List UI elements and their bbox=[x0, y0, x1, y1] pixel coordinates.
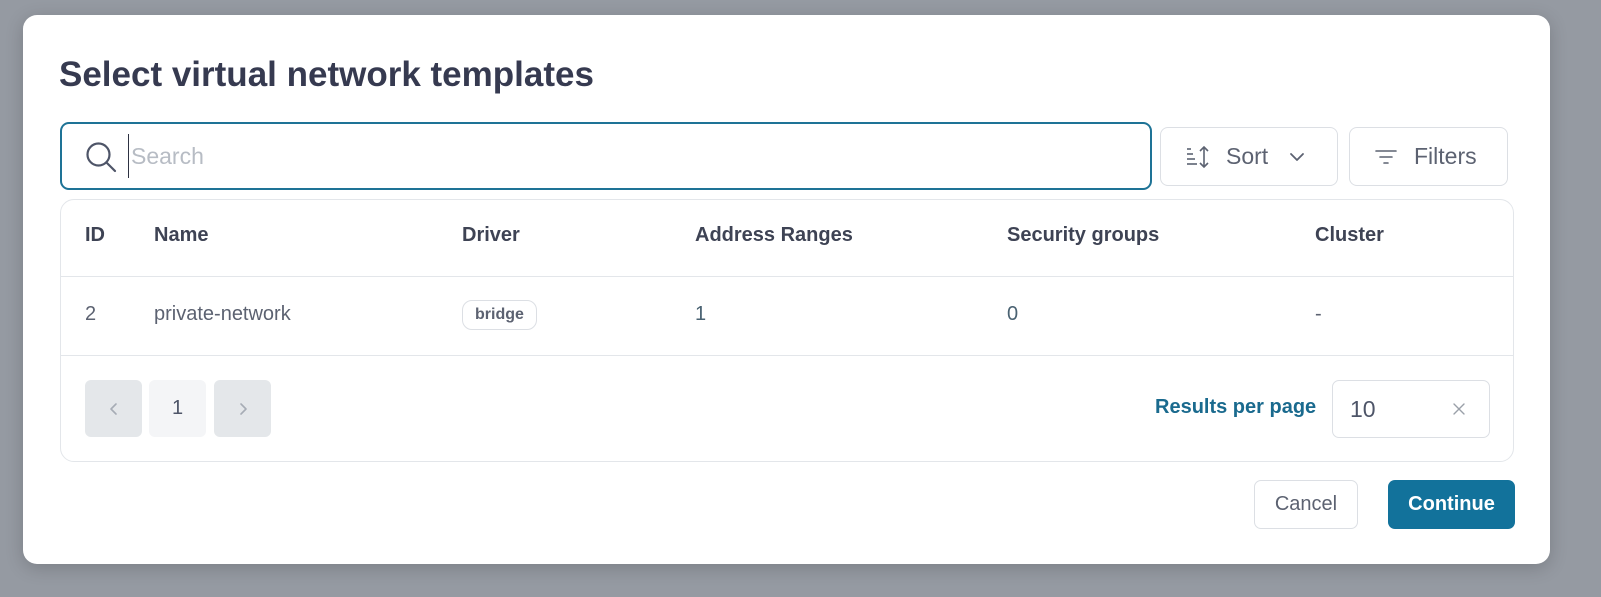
sort-icon bbox=[1187, 145, 1209, 168]
column-header-cluster[interactable]: Cluster bbox=[1315, 224, 1384, 247]
column-header-security-groups[interactable]: Security groups bbox=[1007, 224, 1159, 247]
cell-cluster: - bbox=[1315, 303, 1322, 325]
select-templates-dialog: Select virtual network templates Sort bbox=[23, 15, 1550, 564]
filters-label: Filters bbox=[1414, 143, 1477, 169]
column-header-name[interactable]: Name bbox=[154, 224, 208, 247]
templates-table: ID Name Driver Address Ranges Security g… bbox=[60, 199, 1514, 462]
cell-security-groups: 0 bbox=[1007, 303, 1019, 325]
cell-id: 2 bbox=[85, 303, 97, 325]
filter-icon bbox=[1375, 149, 1397, 164]
table-row[interactable]: 2 private-network bridge 1 0 - bbox=[61, 277, 1513, 356]
table-header: ID Name Driver Address Ranges Security g… bbox=[61, 200, 1513, 277]
search-input[interactable] bbox=[128, 134, 1131, 178]
column-header-id[interactable]: ID bbox=[85, 224, 105, 247]
chevron-right-icon bbox=[239, 402, 247, 415]
cell-name: private-network bbox=[154, 303, 291, 325]
column-header-driver[interactable]: Driver bbox=[462, 224, 520, 247]
column-header-address-ranges[interactable]: Address Ranges bbox=[695, 224, 853, 247]
dialog-title: Select virtual network templates bbox=[59, 55, 594, 94]
search-icon bbox=[86, 142, 117, 173]
results-per-page-select[interactable]: 10 bbox=[1332, 380, 1490, 438]
cancel-button[interactable]: Cancel bbox=[1254, 480, 1358, 529]
sort-button[interactable]: Sort bbox=[1160, 127, 1338, 186]
chevron-down-icon bbox=[1290, 152, 1305, 161]
close-icon[interactable] bbox=[1452, 402, 1466, 416]
chevron-left-icon bbox=[109, 402, 117, 415]
filters-button[interactable]: Filters bbox=[1349, 127, 1508, 186]
continue-button[interactable]: Continue bbox=[1388, 480, 1515, 529]
results-per-page-value: 10 bbox=[1350, 396, 1376, 422]
search-field[interactable] bbox=[60, 122, 1152, 190]
previous-page-button[interactable] bbox=[85, 380, 142, 437]
next-page-button[interactable] bbox=[214, 380, 271, 437]
cell-address-ranges: 1 bbox=[695, 303, 707, 325]
results-per-page-label: Results per page bbox=[1155, 396, 1317, 418]
driver-badge: bridge bbox=[462, 300, 537, 330]
page-1-button[interactable]: 1 bbox=[149, 380, 206, 437]
sort-label: Sort bbox=[1226, 143, 1269, 169]
